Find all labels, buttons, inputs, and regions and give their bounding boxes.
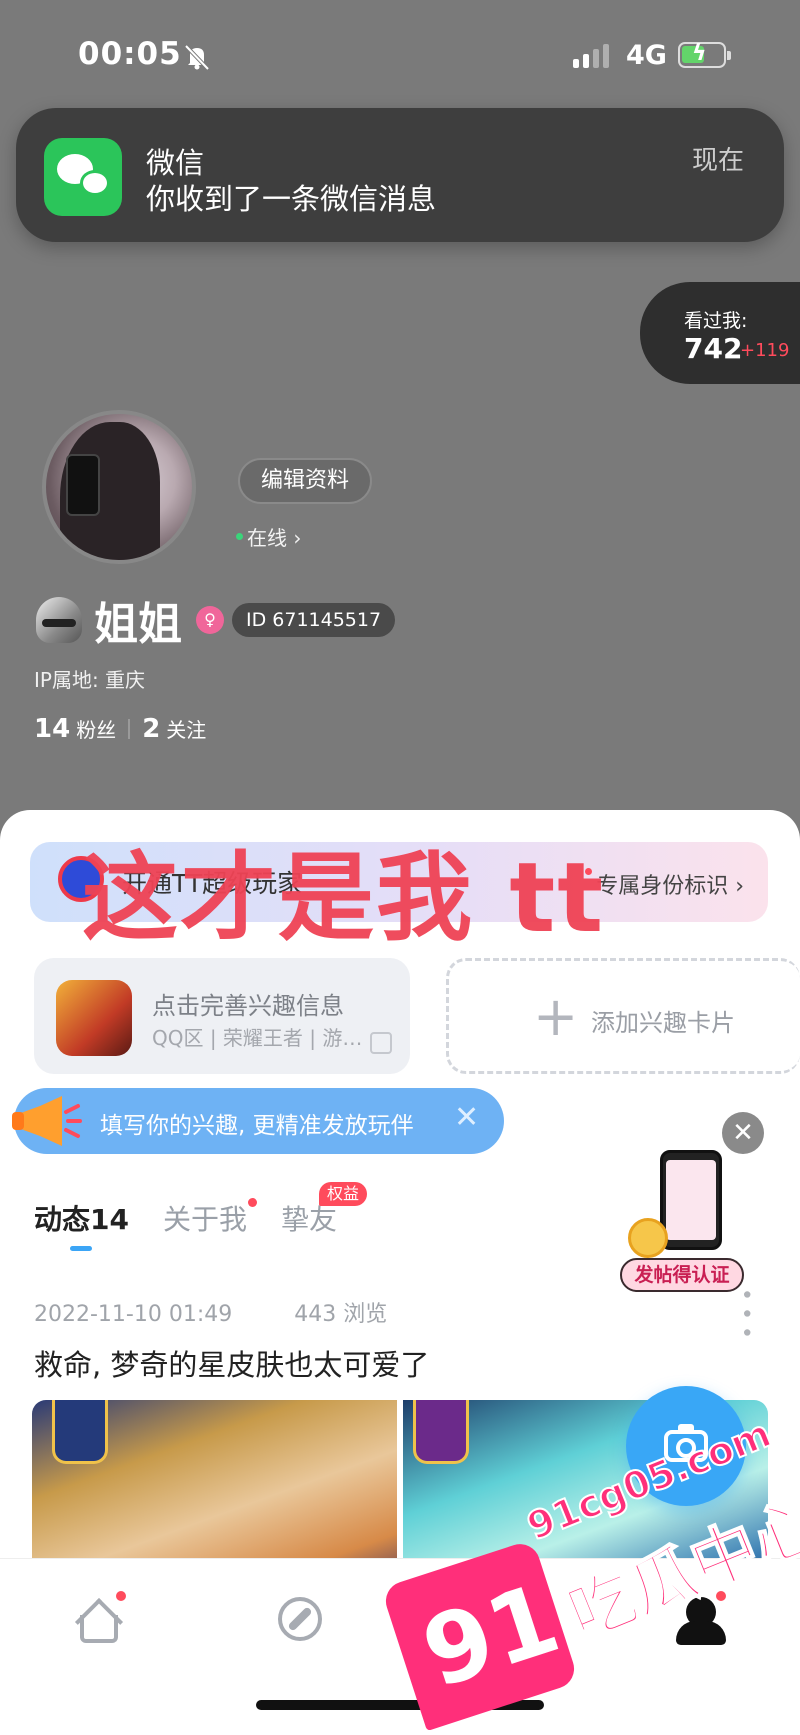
status-time: 00:05	[78, 36, 182, 72]
chat-icon	[478, 1599, 524, 1639]
follow-stats: 14 粉丝 2 关注	[34, 714, 206, 744]
profile-tabs: 动态14 关于我 挚友 权益	[34, 1182, 367, 1238]
nav-home[interactable]	[70, 1589, 130, 1649]
camera-button[interactable]	[626, 1386, 746, 1506]
tab-close-friends[interactable]: 挚友 权益	[281, 1182, 367, 1238]
interest-detail: QQ区 | 荣耀王者 | 游…	[152, 1026, 363, 1050]
tip-text: 填写你的兴趣, 更精准发放玩伴	[100, 1113, 414, 1139]
add-interest-label: 添加兴趣卡片	[591, 1009, 735, 1037]
online-label: 在线 ›	[247, 526, 302, 550]
interest-tip[interactable]: 填写你的兴趣, 更精准发放玩伴 ✕	[12, 1088, 504, 1154]
post-text: 救命, 梦奇的星皮肤也太可爱了	[34, 1348, 430, 1382]
tip-close-icon[interactable]: ✕	[454, 1100, 479, 1135]
avatar[interactable]	[42, 410, 196, 564]
post-certification-promo[interactable]: 发帖得认证	[620, 1150, 750, 1300]
status-bar: 00:05 4G ϟ	[0, 0, 800, 110]
visitors-delta: +119	[740, 340, 790, 361]
bell-muted-icon	[184, 44, 210, 71]
plus-icon: +	[533, 985, 579, 1048]
overlay-caption: 这才是我 tt	[82, 842, 606, 954]
promo-label: 发帖得认证	[620, 1258, 744, 1292]
notification-message: 你收到了一条微信消息	[146, 182, 437, 216]
nav-messages[interactable]: 6	[470, 1577, 537, 1649]
post-views: 443 浏览	[294, 1302, 388, 1327]
wechat-icon	[44, 138, 122, 216]
online-dot-icon	[236, 533, 243, 540]
post-date: 2022-11-10 01:49	[34, 1302, 233, 1327]
helmet-badge-icon	[36, 597, 82, 643]
fans-label[interactable]: 粉丝	[76, 714, 116, 743]
vip-banner-link[interactable]: 专属身份标识 ›	[585, 868, 744, 900]
add-interest-card[interactable]: + 添加兴趣卡片	[446, 958, 800, 1074]
wechat-notification[interactable]: 微信 你收到了一条微信消息 现在	[16, 108, 784, 242]
visitors-label: 看过我:	[684, 310, 748, 332]
promo-close-button[interactable]: ✕	[722, 1112, 764, 1154]
game-icon	[56, 980, 132, 1056]
message-count-badge: 6	[510, 1577, 537, 1603]
megaphone-icon	[12, 1096, 82, 1146]
name-row: 姐姐 ♀ ID 671145517	[36, 592, 396, 650]
active-tab-indicator	[70, 1246, 92, 1251]
visitors-count: 742	[684, 332, 743, 365]
fans-count[interactable]: 14	[34, 714, 70, 744]
nav-me[interactable]	[670, 1589, 730, 1649]
medal-icon	[628, 1218, 668, 1258]
nav-discover[interactable]	[270, 1589, 330, 1649]
more-icon[interactable]: •••	[733, 1288, 758, 1345]
user-name: 姐姐	[94, 599, 182, 650]
visitors-pill[interactable]: 看过我: 742 +119	[640, 282, 800, 384]
edit-icon[interactable]	[370, 1032, 392, 1054]
user-id-pill[interactable]: ID 671145517	[232, 603, 396, 637]
interest-title: 点击完善兴趣信息	[152, 992, 344, 1020]
signal-icon	[573, 44, 609, 68]
online-status[interactable]: 在线 ›	[236, 522, 301, 551]
interest-card[interactable]: 点击完善兴趣信息 QQ区 | 荣耀王者 | 游…	[34, 958, 410, 1074]
notification-time: 现在	[691, 146, 744, 176]
edit-profile-button[interactable]: 编辑资料	[238, 458, 372, 504]
rights-badge: 权益	[318, 1182, 367, 1206]
ip-location: IP属地: 重庆	[34, 668, 146, 692]
tab-posts[interactable]: 动态14	[34, 1198, 129, 1238]
following-label[interactable]: 关注	[166, 714, 206, 743]
gender-badge-icon: ♀	[196, 606, 224, 634]
network-type: 4G	[626, 40, 667, 71]
battery-icon: ϟ	[678, 41, 731, 68]
home-indicator[interactable]	[256, 1700, 544, 1710]
tab-about[interactable]: 关于我	[163, 1198, 257, 1238]
following-count[interactable]: 2	[142, 714, 160, 744]
post-meta: 2022-11-10 01:49 443 浏览	[34, 1296, 387, 1328]
